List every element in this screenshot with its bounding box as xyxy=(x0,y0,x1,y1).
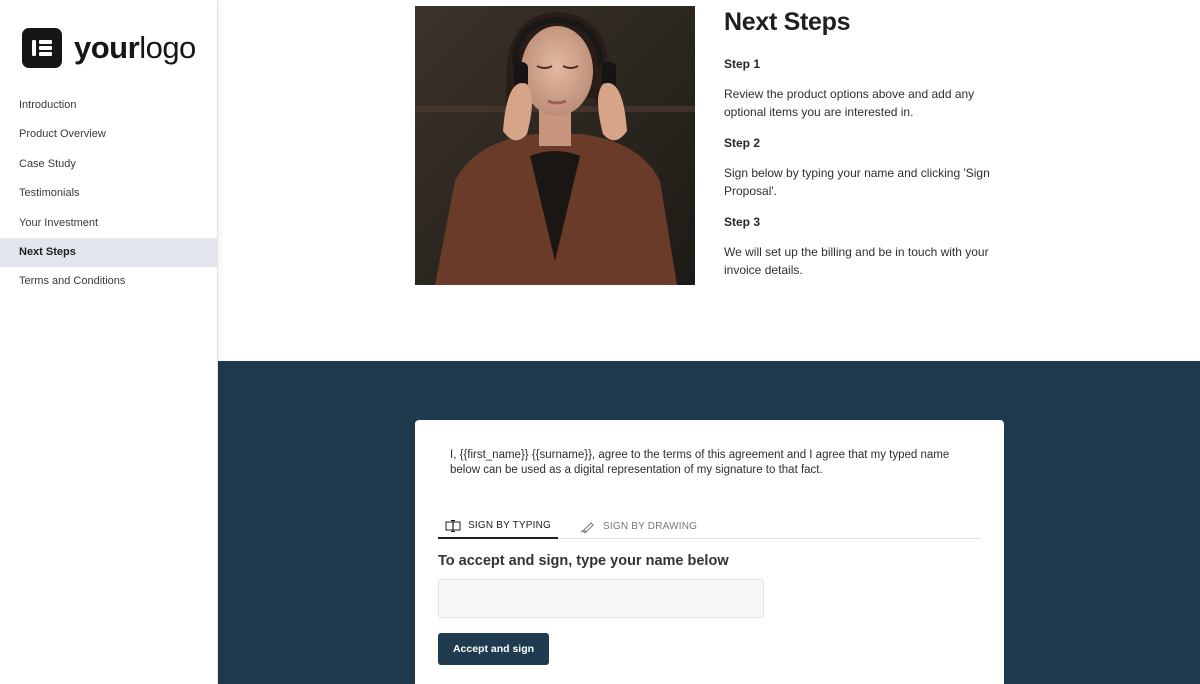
logo-mark-icon xyxy=(22,28,62,68)
tab-sign-by-typing[interactable]: SIGN BY TYPING xyxy=(438,514,559,539)
step-1-title: Step 1 xyxy=(724,57,761,71)
signature-card: I, {{first_name}} {{surname}}, agree to … xyxy=(415,420,1004,684)
logo[interactable]: yourlogo xyxy=(22,28,196,68)
sidebar-item-terms-and-conditions[interactable]: Terms and Conditions xyxy=(0,267,218,296)
agreement-text: I, {{first_name}} {{surname}}, agree to … xyxy=(450,449,950,476)
tab-typing-label: SIGN BY TYPING xyxy=(468,520,552,531)
sidebar: yourlogo Introduction Product Overview C… xyxy=(0,0,218,684)
step-2-text: Sign below by typing your name and click… xyxy=(724,166,990,198)
sidebar-item-case-study[interactable]: Case Study xyxy=(0,150,218,179)
tab-drawing-label: SIGN BY DRAWING xyxy=(603,521,698,532)
sidebar-item-product-overview[interactable]: Product Overview xyxy=(0,120,218,149)
step-2-title: Step 2 xyxy=(724,136,761,150)
page-title: Next Steps xyxy=(724,8,851,36)
signature-tabs: SIGN BY TYPING SIGN BY DRAWING xyxy=(438,514,980,539)
sidebar-item-next-steps[interactable]: Next Steps xyxy=(0,237,218,268)
woman-headphones-photo xyxy=(415,6,695,285)
logo-text: yourlogo xyxy=(74,30,196,65)
step-3-title: Step 3 xyxy=(724,215,761,229)
step-1-text: Review the product options above and add… xyxy=(724,87,975,119)
step-3-text: We will set up the billing and be in tou… xyxy=(724,245,989,277)
keyboard-cursor-icon xyxy=(445,519,461,532)
signature-name-input[interactable] xyxy=(438,579,764,618)
sidebar-item-introduction[interactable]: Introduction xyxy=(0,91,218,120)
sidebar-item-your-investment[interactable]: Your Investment xyxy=(0,209,218,238)
pen-icon xyxy=(580,521,594,533)
sidebar-nav: Introduction Product Overview Case Study… xyxy=(0,91,218,297)
next-steps-section: Next Steps Step 1 Review the product opt… xyxy=(724,8,1004,279)
tab-sign-by-drawing[interactable]: SIGN BY DRAWING xyxy=(572,514,705,539)
accept-and-sign-button[interactable]: Accept and sign xyxy=(438,633,549,665)
sidebar-item-testimonials[interactable]: Testimonials xyxy=(0,179,218,208)
accept-sign-prompt: To accept and sign, type your name below xyxy=(438,553,729,569)
